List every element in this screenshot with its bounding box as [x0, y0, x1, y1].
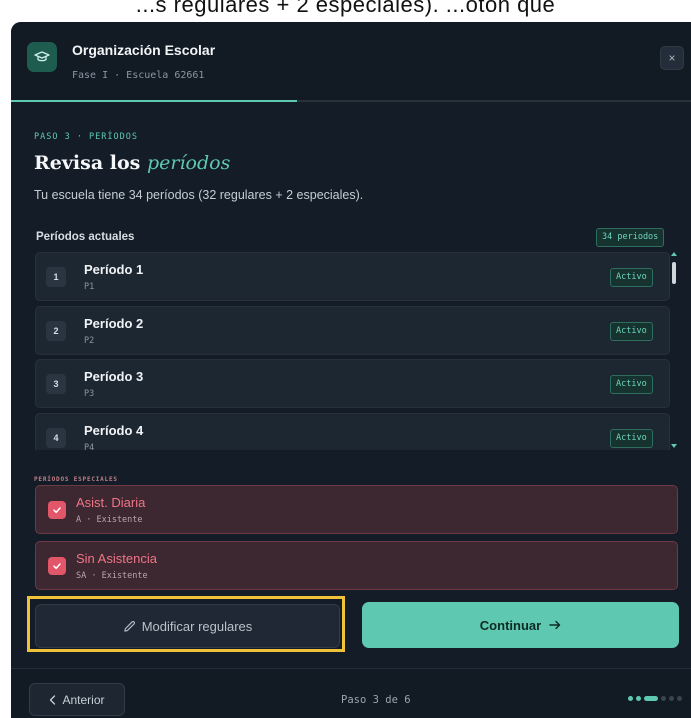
- period-code: P2: [84, 336, 95, 346]
- step-dot: [669, 696, 674, 701]
- step-description: Tu escuela tiene 34 períodos (32 regular…: [34, 188, 364, 202]
- period-code: P4: [84, 443, 95, 450]
- progress-bar: [11, 100, 691, 102]
- period-number: 1: [46, 267, 66, 287]
- special-period-name: Sin Asistencia: [76, 551, 157, 566]
- current-periods-title: Períodos actuales: [36, 231, 135, 243]
- continue-button[interactable]: Continuar: [362, 602, 679, 648]
- step-dot: [677, 696, 682, 701]
- step-indicator-text: Paso 3 de 6: [341, 694, 411, 706]
- heading-emphasis: períodos: [146, 152, 231, 174]
- modal-header: Organización Escolar Fase I · Escuela 62…: [11, 22, 691, 102]
- period-code: P3: [84, 389, 95, 399]
- status-badge: Activo: [610, 268, 653, 287]
- step-dot: [628, 696, 633, 701]
- period-row[interactable]: 3 Período 3 P3 Activo: [35, 359, 670, 408]
- app-title: Organización Escolar: [72, 42, 216, 58]
- period-row[interactable]: 4 Período 4 P4 Activo: [35, 413, 670, 450]
- period-number: 2: [46, 321, 66, 341]
- chevron-left-icon: [50, 694, 56, 705]
- checkbox-checked[interactable]: [48, 557, 66, 575]
- period-number: 4: [46, 428, 66, 448]
- period-name: Período 4: [84, 423, 144, 438]
- step-dot: [636, 696, 641, 701]
- close-icon: ×: [668, 51, 676, 65]
- progress-fill: [11, 100, 297, 102]
- special-period-row[interactable]: Sin Asistencia SA · Existente: [35, 541, 678, 590]
- status-badge: Activo: [610, 429, 653, 448]
- special-period-code: A · Existente: [76, 515, 143, 525]
- period-name: Período 2: [84, 316, 144, 331]
- scroll-up-icon[interactable]: [671, 252, 677, 256]
- modal-footer: Anterior Paso 3 de 6: [11, 669, 691, 718]
- scroll-down-icon[interactable]: [671, 444, 677, 448]
- scroll-thumb[interactable]: [672, 262, 676, 284]
- status-badge: Activo: [610, 322, 653, 341]
- app-subtitle: Fase I · Escuela 62661: [72, 70, 205, 81]
- continue-label: Continuar: [479, 617, 542, 633]
- heading-plain: Revisa los: [34, 152, 147, 174]
- period-code: P1: [84, 282, 95, 292]
- list-scrollbar[interactable]: [671, 252, 677, 450]
- top-cropped-text: ...s regulares + 2 especiales). ...otón …: [0, 0, 691, 22]
- periods-count-badge: 34 periodos: [596, 228, 665, 247]
- period-row[interactable]: 2 Período 2 P2 Activo: [35, 306, 670, 355]
- period-number: 3: [46, 374, 66, 394]
- previous-button[interactable]: Anterior: [29, 683, 125, 716]
- check-icon: [53, 563, 61, 570]
- step-dot: [661, 696, 666, 701]
- page-title: Revisa los períodos: [34, 152, 230, 174]
- status-badge: Activo: [610, 375, 653, 394]
- period-row[interactable]: 1 Período 1 P1 Activo: [35, 252, 670, 301]
- special-period-code: SA · Existente: [76, 571, 148, 581]
- highlight-outline: [27, 596, 345, 652]
- periods-list[interactable]: 1 Período 1 P1 Activo 2 Período 2 P2 Act…: [35, 252, 671, 450]
- check-icon: [53, 507, 61, 514]
- step-dot: [644, 696, 658, 701]
- step-label: PASO 3 · PERÍODOS: [34, 132, 138, 142]
- checkbox-checked[interactable]: [48, 501, 66, 519]
- arrow-right-icon: [549, 620, 561, 630]
- period-name: Período 3: [84, 369, 144, 384]
- special-period-name: Asist. Diaria: [76, 495, 146, 510]
- special-periods-title: PERÍODOS ESPECIALES: [34, 476, 118, 483]
- graduation-cap-icon: [27, 42, 57, 72]
- close-button[interactable]: ×: [660, 46, 684, 70]
- special-period-row[interactable]: Asist. Diaria A · Existente: [35, 485, 678, 534]
- previous-label: Anterior: [62, 692, 105, 707]
- setup-modal: Organización Escolar Fase I · Escuela 62…: [11, 22, 691, 718]
- period-name: Período 1: [84, 262, 144, 277]
